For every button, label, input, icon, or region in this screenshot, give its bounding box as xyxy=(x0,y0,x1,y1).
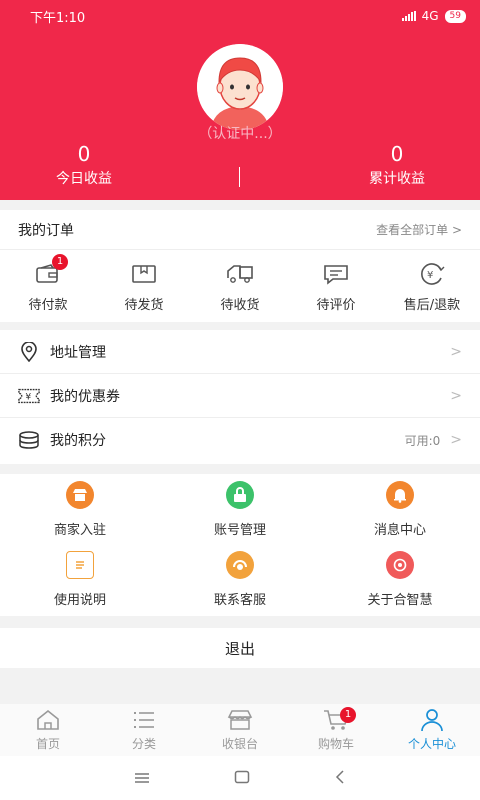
order-pending-payment[interactable]: 1 待付款 xyxy=(0,250,96,320)
tab-home[interactable]: 首页 xyxy=(0,704,96,756)
order-item-label: 待发货 xyxy=(124,297,164,313)
today-earnings-value: 0 xyxy=(77,142,91,166)
grid-message-center[interactable]: 消息中心 xyxy=(320,474,480,544)
logout-button[interactable]: 退出 xyxy=(0,628,480,668)
cart-badge: 1 xyxy=(340,707,356,723)
chevron-right-icon: > xyxy=(450,432,462,448)
person-icon xyxy=(418,708,446,732)
order-pending-receipt[interactable]: 待收货 xyxy=(192,250,288,320)
menu-label: 地址管理 xyxy=(50,344,106,361)
svg-text:¥: ¥ xyxy=(25,391,31,402)
orders-title: 我的订单 xyxy=(18,222,74,239)
document-icon xyxy=(66,550,94,579)
order-after-sales[interactable]: ¥ 售后/退款 xyxy=(384,250,480,320)
order-pending-shipment[interactable]: 待发货 xyxy=(96,250,192,320)
battery-icon: 59 xyxy=(444,9,466,23)
order-item-label: 售后/退款 xyxy=(403,297,461,313)
info-icon xyxy=(386,550,414,579)
list-icon xyxy=(130,708,158,732)
grid-label: 使用说明 xyxy=(53,592,106,608)
grid-label: 账号管理 xyxy=(213,522,266,538)
lock-icon xyxy=(226,480,254,509)
tab-label: 首页 xyxy=(35,737,60,751)
menu-icon[interactable] xyxy=(134,769,150,788)
tab-label: 购物车 xyxy=(317,737,354,751)
menu-points[interactable]: 我的积分 可用:0 > xyxy=(0,418,480,462)
order-item-label: 待评价 xyxy=(316,297,356,313)
grid-label: 商家入驻 xyxy=(53,522,106,538)
tab-profile[interactable]: 个人中心 xyxy=(384,704,480,756)
back-icon[interactable] xyxy=(334,769,346,788)
certification-status: （认证中...） xyxy=(198,126,282,142)
truck-icon xyxy=(226,262,254,286)
store-icon xyxy=(226,708,254,732)
box-icon xyxy=(130,262,158,286)
menu-coupons[interactable]: ¥ 我的优惠券 > xyxy=(0,374,480,418)
bottom-tab-bar: 首页 分类 收银台 1 购物车 个人中心 xyxy=(0,704,480,756)
status-time: 下午1:10 xyxy=(30,10,86,26)
grid-account-management[interactable]: 账号管理 xyxy=(160,474,320,544)
home-icon xyxy=(34,708,62,732)
orders-header[interactable]: 我的订单 查看全部订单 > xyxy=(0,210,480,250)
coins-icon xyxy=(18,429,40,451)
grid-merchant-join[interactable]: 商家入驻 xyxy=(0,474,160,544)
grid-about[interactable]: 关于合智慧 xyxy=(320,544,480,614)
total-earnings-label: 累计收益 xyxy=(369,171,425,187)
signal-icon xyxy=(401,11,416,21)
view-all-orders-link[interactable]: 查看全部订单 > xyxy=(376,221,462,238)
orders-card: 我的订单 查看全部订单 > 1 待付款 待发货 待收货 待评价 ¥ 售后/退款 xyxy=(0,210,480,322)
order-pending-review[interactable]: 待评价 xyxy=(288,250,384,320)
tab-label: 分类 xyxy=(131,737,156,751)
menu-label: 我的积分 xyxy=(50,433,106,449)
tab-label: 个人中心 xyxy=(407,737,456,751)
home-button-icon[interactable] xyxy=(234,769,250,788)
grid-label: 消息中心 xyxy=(373,522,426,538)
total-earnings[interactable]: 0 累计收益 xyxy=(277,142,480,188)
total-earnings-value: 0 xyxy=(390,142,404,166)
status-bar: 下午1:10 4G 59 xyxy=(0,0,480,32)
location-icon xyxy=(18,341,40,363)
points-available: 可用:0 xyxy=(404,433,441,448)
comment-icon xyxy=(322,262,350,286)
today-earnings[interactable]: 0 今日收益 xyxy=(0,142,204,188)
order-item-label: 待收货 xyxy=(220,297,260,313)
service-icon xyxy=(226,550,254,579)
system-nav-bar xyxy=(0,756,480,800)
shop-icon xyxy=(66,480,94,509)
grid-user-guide[interactable]: 使用说明 xyxy=(0,544,160,614)
menu-label: 我的优惠券 xyxy=(50,388,120,405)
grid-label: 联系客服 xyxy=(213,592,266,608)
feature-grid: 商家入驻 账号管理 消息中心 使用说明 联系客服 关于合智慧 xyxy=(0,474,480,616)
network-type: 4G xyxy=(421,9,439,23)
chevron-right-icon: > xyxy=(450,387,462,404)
avatar[interactable] xyxy=(197,44,283,130)
tab-category[interactable]: 分类 xyxy=(96,704,192,756)
grid-label: 关于合智慧 xyxy=(367,592,433,608)
tab-checkout[interactable]: 收银台 xyxy=(192,704,288,756)
avatar-face-icon xyxy=(197,44,283,130)
menu-address[interactable]: 地址管理 > xyxy=(0,330,480,374)
today-earnings-label: 今日收益 xyxy=(56,171,112,187)
coupon-icon: ¥ xyxy=(18,385,40,407)
bell-icon xyxy=(386,480,414,509)
svg-text:¥: ¥ xyxy=(427,270,433,281)
tab-label: 收银台 xyxy=(221,737,258,751)
chevron-right-icon: > xyxy=(450,343,462,360)
profile-header: 下午1:10 4G 59 （认证中...） 0 今日收益 0 累计收益 xyxy=(0,0,480,200)
grid-contact-service[interactable]: 联系客服 xyxy=(160,544,320,614)
pending-payment-badge: 1 xyxy=(52,254,68,270)
order-item-label: 待付款 xyxy=(28,297,68,313)
menu-list: 地址管理 > ¥ 我的优惠券 > 我的积分 可用:0 > xyxy=(0,330,480,464)
tab-cart[interactable]: 1 购物车 xyxy=(288,704,384,756)
refund-icon: ¥ xyxy=(418,262,446,286)
earnings-divider xyxy=(239,167,240,187)
